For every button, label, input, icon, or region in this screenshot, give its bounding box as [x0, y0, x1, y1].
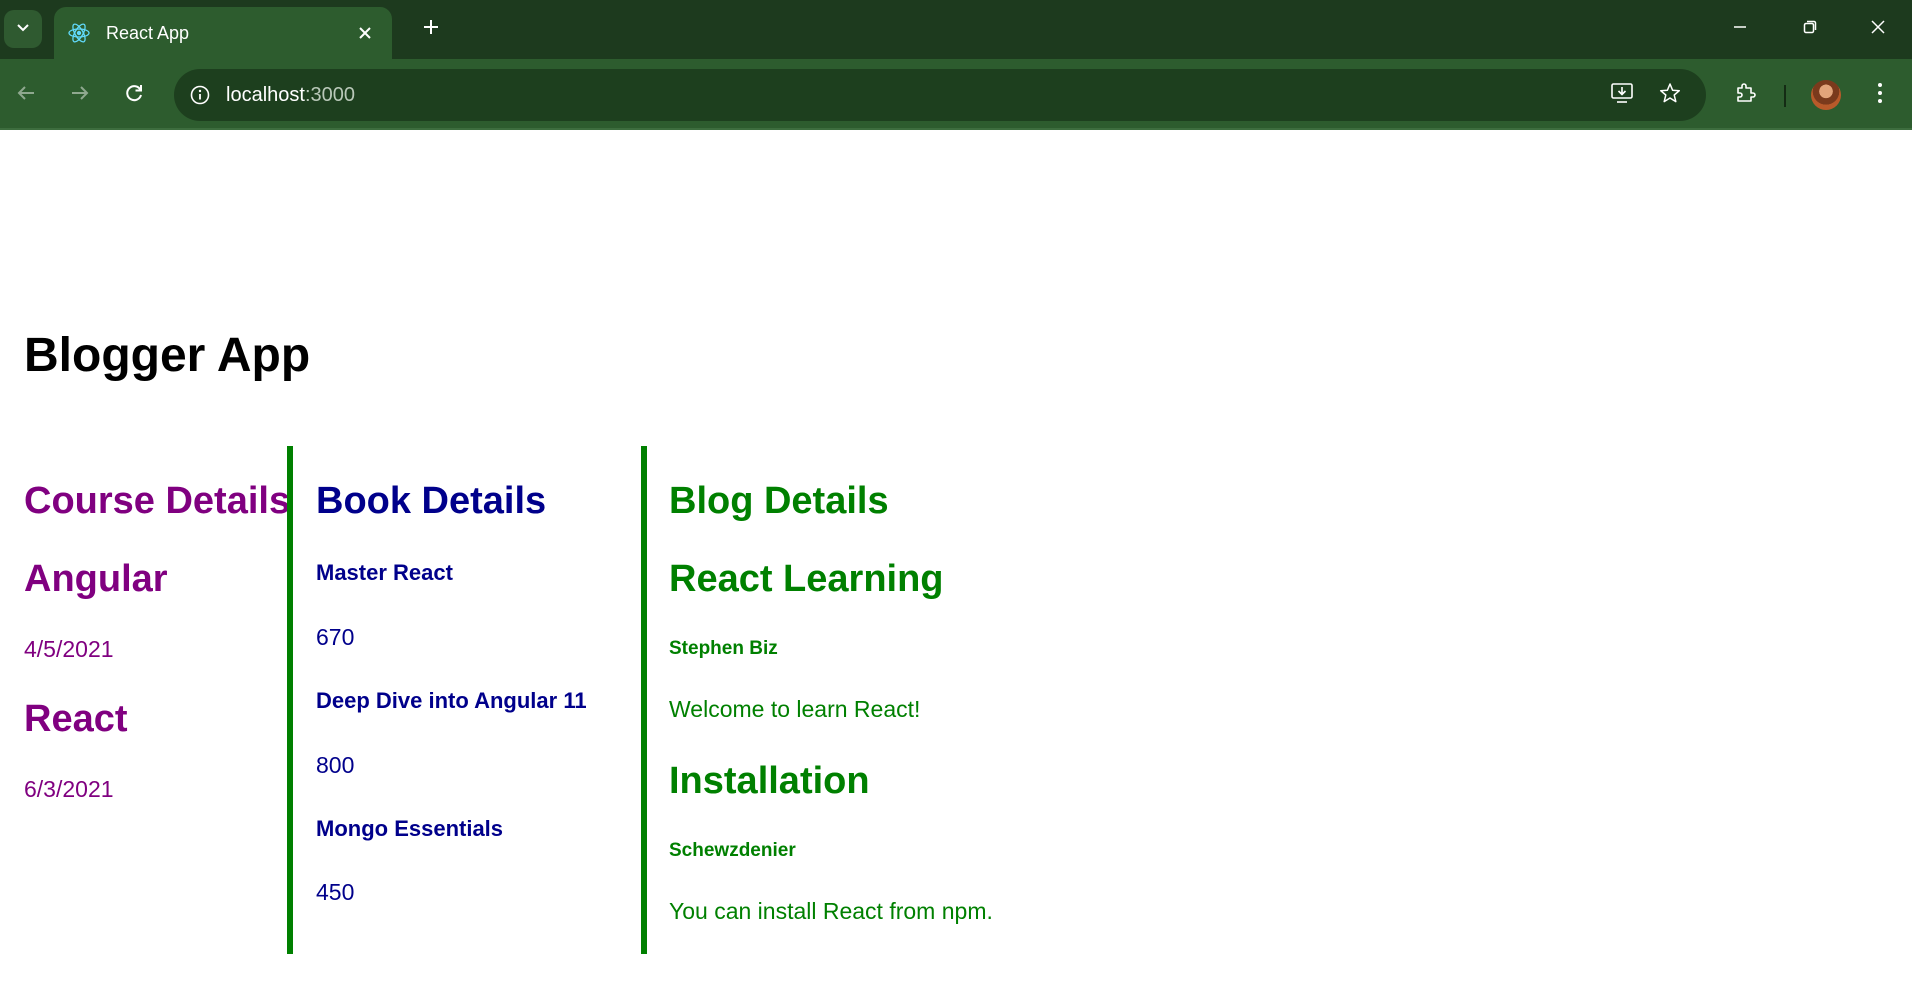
close-tab-icon[interactable] — [350, 18, 380, 48]
tab-title: React App — [106, 22, 190, 43]
course-details-section: Course Details Angular 4/5/2021 React 6/… — [0, 446, 291, 954]
close-icon — [1870, 19, 1886, 39]
blog-content: You can install React from npm. — [669, 898, 993, 924]
blog-author: Stephen Biz — [669, 638, 778, 659]
forward-button[interactable] — [62, 77, 98, 113]
new-tab-button[interactable] — [414, 12, 448, 46]
arrow-left-icon — [15, 82, 37, 108]
install-icon — [1610, 82, 1634, 108]
restore-button[interactable] — [1790, 10, 1830, 48]
book-price: 670 — [316, 624, 355, 650]
blog-title: Installation — [669, 760, 870, 802]
book-name: Deep Dive into Angular 11 — [316, 688, 587, 713]
browser-chrome: React App localhost:3000 — [0, 0, 1912, 130]
course-name: Angular — [24, 558, 168, 600]
minimize-button[interactable] — [1720, 10, 1760, 48]
tab-search-button[interactable] — [4, 10, 42, 48]
profile-button[interactable] — [1808, 77, 1844, 113]
book-price: 800 — [316, 752, 355, 778]
book-price: 450 — [316, 879, 355, 905]
book-details-heading: Book Details — [316, 480, 547, 522]
close-window-button[interactable] — [1858, 10, 1898, 48]
puzzle-icon — [1734, 81, 1758, 109]
book-name: Mongo Essentials — [316, 816, 504, 841]
arrow-right-icon — [69, 82, 91, 108]
avatar — [1811, 80, 1841, 110]
site-info-icon[interactable] — [174, 84, 226, 106]
plus-icon — [422, 18, 440, 40]
blog-content: Welcome to learn React! — [669, 696, 921, 722]
book-details-section: Book Details Master React 670 Deep Dive … — [287, 446, 641, 954]
blog-details-heading: Blog Details — [669, 480, 889, 522]
course-date: 6/3/2021 — [24, 776, 114, 802]
tab-strip: React App — [0, 0, 1912, 59]
more-vertical-icon — [1876, 82, 1884, 108]
course-date: 4/5/2021 — [24, 636, 114, 662]
book-name: Master React — [316, 560, 453, 585]
chrome-bottom-border — [0, 128, 1912, 130]
minimize-icon — [1732, 19, 1748, 39]
tab-react-app[interactable]: React App — [54, 7, 392, 59]
details-columns: Course Details Angular 4/5/2021 React 6/… — [0, 446, 1207, 954]
reload-icon — [123, 82, 145, 108]
course-details-heading: Course Details — [24, 480, 291, 522]
bookmark-button[interactable] — [1648, 69, 1692, 121]
back-button[interactable] — [8, 77, 44, 113]
browser-toolbar: localhost:3000 — [0, 59, 1912, 130]
blog-title: React Learning — [669, 558, 944, 600]
chevron-down-icon — [15, 19, 31, 39]
react-logo-icon — [66, 20, 92, 46]
page-title: Blogger App — [24, 329, 311, 382]
url-host: localhost — [226, 83, 305, 106]
menu-button[interactable] — [1862, 77, 1898, 113]
install-app-button[interactable] — [1600, 69, 1644, 121]
blog-author: Schewzdenier — [669, 840, 796, 861]
toolbar-divider — [1784, 85, 1786, 107]
url-port: :3000 — [304, 83, 355, 106]
reload-button[interactable] — [116, 77, 152, 113]
restore-icon — [1802, 19, 1818, 39]
address-bar[interactable]: localhost:3000 — [174, 69, 1706, 121]
extensions-button[interactable] — [1728, 77, 1764, 113]
blog-details-section: Blog Details React Learning Stephen Biz … — [641, 446, 1207, 954]
star-icon — [1659, 82, 1681, 108]
course-name: React — [24, 698, 128, 740]
